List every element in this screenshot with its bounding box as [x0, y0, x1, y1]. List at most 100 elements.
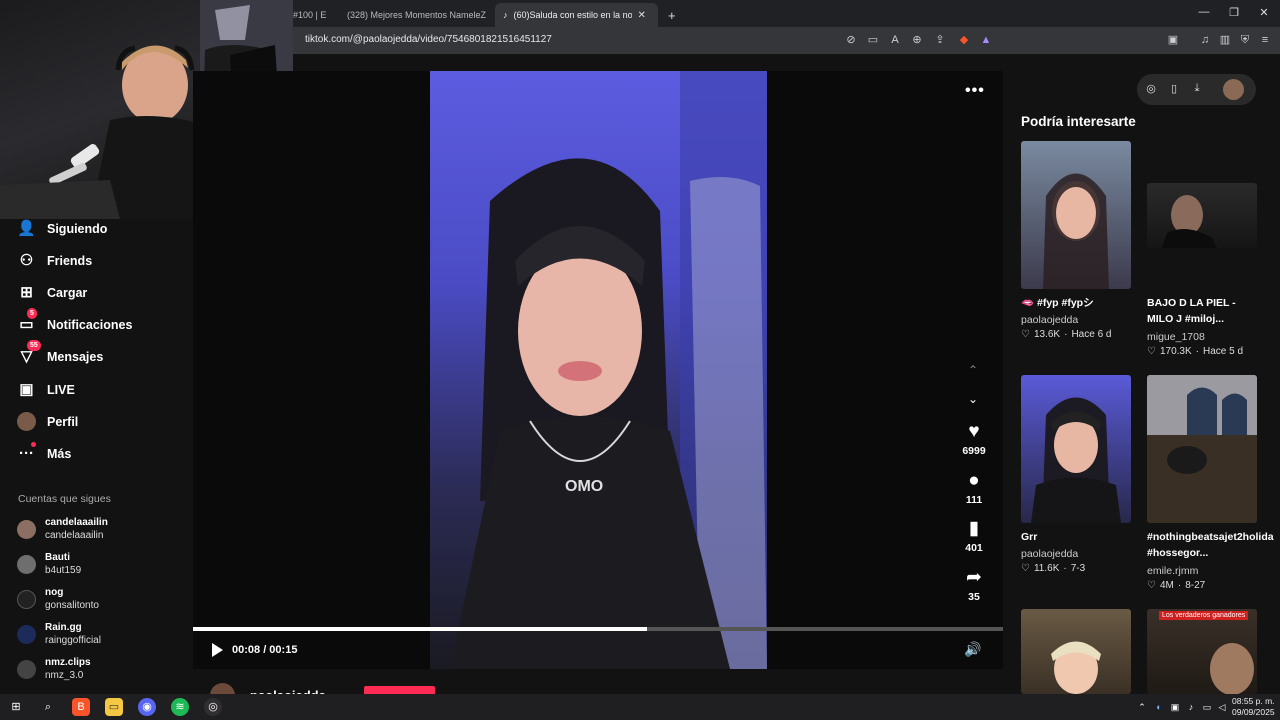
like-button[interactable]: ♥ 6999: [955, 421, 993, 457]
next-video-icon[interactable]: ⌄: [964, 392, 982, 406]
account-handle: rainggofficial: [45, 635, 101, 646]
video-card-thumbnail[interactable]: [1147, 375, 1257, 523]
discord-icon[interactable]: ◉: [138, 698, 156, 716]
phone-icon[interactable]: ▯: [1167, 82, 1181, 95]
sidebar-item-messages[interactable]: ▽ 55 Mensajes: [17, 340, 103, 366]
media-icon[interactable]: ♫: [1198, 33, 1212, 47]
previous-video-icon[interactable]: ⌃: [964, 363, 982, 377]
compass-icon[interactable]: ◎: [1144, 82, 1158, 95]
sidebar-item-upload[interactable]: ⊞ Cargar: [17, 283, 87, 302]
like-count: 13.6K: [1033, 329, 1061, 340]
close-tab-icon[interactable]: ✕: [638, 10, 646, 21]
search-icon[interactable]: ⌕: [39, 698, 57, 716]
restore-button[interactable]: ❐: [1227, 6, 1241, 19]
video-card-title[interactable]: BAJO D LA PIEL - MILO J #miloj...: [1147, 295, 1261, 327]
sidebar-item-live[interactable]: ▣ LIVE: [17, 380, 74, 399]
video-card-thumbnail[interactable]: Los verdaderos ganadores: [1147, 609, 1257, 694]
volume-icon[interactable]: 🔊: [964, 641, 981, 658]
video-card-thumbnail[interactable]: [1021, 375, 1131, 523]
more-options-button[interactable]: •••: [965, 82, 985, 100]
video-card-thumbnail[interactable]: [1021, 141, 1131, 289]
menu-icon[interactable]: ≡: [1258, 33, 1272, 47]
cast-icon[interactable]: ▭: [866, 33, 880, 47]
translate-icon[interactable]: A: [888, 33, 902, 47]
brave-rewards-icon[interactable]: ▲: [979, 33, 993, 47]
avatar: [17, 589, 36, 609]
sidebar-item-label: Friends: [47, 253, 93, 268]
more-dot: [31, 442, 36, 447]
like-count: 170.3K: [1159, 346, 1192, 357]
video-card-author[interactable]: emile.rjmm: [1147, 565, 1198, 577]
share-count: 35: [968, 591, 980, 603]
sidebar-item-notifications[interactable]: ▭ 5 Notificaciones: [17, 308, 132, 334]
download-icon[interactable]: ⤓: [1190, 82, 1204, 95]
heart-outline-icon: ♡: [1147, 580, 1156, 591]
speaker-icon[interactable]: ◁: [1213, 698, 1231, 716]
zoom-icon[interactable]: ⊕: [910, 33, 924, 47]
no-tracking-icon[interactable]: ⊘: [844, 33, 858, 47]
video-card-meta: ♡ 13.6K · Hace 6 d: [1021, 329, 1111, 340]
comment-button[interactable]: ● 111: [955, 470, 993, 506]
followed-account[interactable]: nog gonsalitonto: [17, 586, 99, 612]
video-card-meta: ♡ 4M · 8-27: [1147, 580, 1205, 591]
panel-icon[interactable]: ▥: [1218, 33, 1232, 47]
video-card-author[interactable]: paolaojedda: [1021, 314, 1078, 326]
video-card-title[interactable]: Grr: [1021, 529, 1135, 545]
video-card-thumbnail[interactable]: [1021, 609, 1131, 694]
video-card-thumbnail[interactable]: [1147, 183, 1257, 248]
video-card-author[interactable]: migue_1708: [1147, 331, 1205, 343]
vpn-icon[interactable]: ⛨: [1238, 33, 1252, 47]
video-card-title[interactable]: 🫦 #fyp #fypシ: [1021, 295, 1135, 311]
sidebar-item-more[interactable]: ··· Más: [17, 442, 72, 463]
brave-icon[interactable]: B: [72, 698, 90, 716]
close-window-button[interactable]: ✕: [1257, 6, 1271, 19]
browser-tab[interactable]: (328) Mejores Momentos NameleZ #: [333, 3, 488, 27]
like-count: 4M: [1159, 580, 1174, 591]
video-frame[interactable]: OMO: [430, 71, 767, 669]
share-button[interactable]: ➦ 35: [955, 567, 993, 603]
file-explorer-icon[interactable]: ▭: [105, 698, 123, 716]
sidebar-item-label: Más: [47, 446, 72, 461]
meta-separator: ·: [1064, 329, 1068, 340]
sidebar-item-label: Siguiendo: [47, 221, 108, 236]
windows-start-icon[interactable]: ⊞: [7, 698, 25, 716]
user-avatar[interactable]: [1223, 79, 1244, 100]
new-tab-button[interactable]: +: [660, 3, 680, 27]
followed-account[interactable]: candelaaailin candelaaailin: [17, 516, 108, 542]
account-name: Bauti: [45, 552, 70, 563]
play-icon[interactable]: [209, 642, 225, 658]
windows-taskbar: ⊞ ⌕ B ▭ ◉ ≋ ◎ ⌃ ◐ ▣ ♪ ▭ ◁ 08:55 p. m. 09…: [0, 694, 1280, 720]
sidebar-item-friends[interactable]: ⚇ Friends: [17, 251, 92, 270]
svg-text:OMO: OMO: [565, 478, 603, 495]
notification-badge: 5: [27, 308, 37, 319]
video-card-title[interactable]: #nothingbeatsajet2holiday #hossegor...: [1147, 529, 1279, 561]
followed-account[interactable]: Rain.gg rainggofficial: [17, 621, 101, 647]
tray-expand-icon[interactable]: ⌃: [1133, 698, 1151, 716]
avatar: [17, 519, 36, 539]
sidebar-item-profile[interactable]: Perfil: [17, 412, 78, 431]
obs-icon[interactable]: ◎: [204, 698, 222, 716]
video-progress-bar[interactable]: [193, 627, 1003, 631]
browser-tab-active[interactable]: ♪ (60)Saluda con estilo en la noch ✕: [495, 3, 658, 27]
thumbnail-image: [1051, 641, 1101, 694]
minimize-button[interactable]: —: [1197, 6, 1211, 18]
save-button[interactable]: ▮ 401: [955, 518, 993, 554]
sidebar-item-label: Perfil: [47, 414, 79, 429]
sidebar-toggle-icon[interactable]: ▣: [1166, 33, 1180, 47]
tab-label: #100 | E: [293, 10, 327, 20]
inbox-icon: ▭ 5: [17, 308, 37, 334]
url-field[interactable]: tiktok.com/@paolaojedda/video/7546801821…: [305, 34, 552, 45]
scrollbar[interactable]: [1274, 54, 1280, 694]
meta-separator: ·: [1063, 563, 1067, 574]
followed-account[interactable]: Bauti b4ut159: [17, 551, 81, 577]
share-icon[interactable]: ⇪: [933, 33, 947, 47]
comment-icon: ●: [968, 470, 980, 491]
brave-shield-icon[interactable]: ◆: [957, 33, 971, 47]
system-clock[interactable]: 08:55 p. m. 09/09/2025: [1232, 696, 1275, 718]
followed-account[interactable]: nmz.clips nmz_3.0: [17, 656, 91, 682]
avatar: [17, 624, 36, 644]
messages-icon: ▽ 55: [17, 340, 41, 366]
video-card-author[interactable]: paolaojedda: [1021, 548, 1078, 560]
spotify-icon[interactable]: ≋: [171, 698, 189, 716]
sidebar-item-following[interactable]: 👤 Siguiendo: [17, 219, 107, 238]
